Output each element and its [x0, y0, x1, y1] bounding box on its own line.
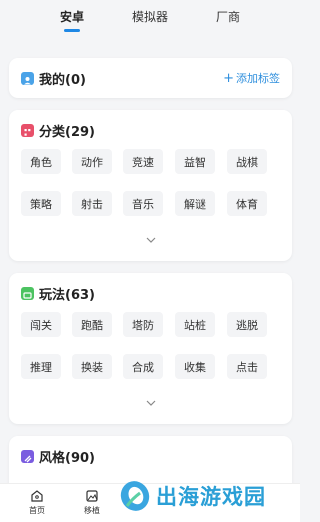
- category-card: 分类(29) 角色 动作 竞速 益智 战棋 策略 射击 音乐 解谜 体育: [9, 110, 292, 261]
- tag-chip[interactable]: 音乐: [123, 191, 163, 216]
- tag-chip[interactable]: 推理: [21, 354, 61, 379]
- add-tag-label: 添加标签: [236, 72, 280, 85]
- tag-chip[interactable]: 站桩: [175, 312, 215, 337]
- tag-chip[interactable]: 跑酷: [72, 312, 112, 337]
- my-tags-card: 我的(0) + 添加标签: [9, 58, 292, 98]
- tag-chip[interactable]: 竞速: [123, 149, 163, 174]
- watermark-logo-icon: [120, 481, 150, 511]
- top-tab-bar: 安卓 模拟器 厂商: [0, 0, 300, 44]
- home-icon: [31, 490, 43, 502]
- gameplay-square-icon: [21, 286, 34, 300]
- add-tag-button[interactable]: + 添加标签: [223, 58, 280, 98]
- tag-chip[interactable]: 益智: [175, 149, 215, 174]
- tag-chip[interactable]: 换装: [72, 354, 112, 379]
- category-title: 分类(29): [39, 124, 95, 140]
- tag-chip[interactable]: 体育: [227, 191, 267, 216]
- my-tags-title: 我的(0): [39, 72, 86, 88]
- user-square-icon: [21, 71, 34, 85]
- tag-chip[interactable]: 逃脱: [227, 312, 267, 337]
- tag-chip[interactable]: 点击: [227, 354, 267, 379]
- tag-chip[interactable]: 战棋: [227, 149, 267, 174]
- category-square-icon: [21, 123, 34, 137]
- nav-item-port[interactable]: 移植: [77, 489, 107, 516]
- gameplay-header: 玩法(63): [21, 273, 95, 313]
- tag-chip[interactable]: 角色: [21, 149, 61, 174]
- nav-label-port: 移植: [84, 506, 100, 515]
- tag-chip[interactable]: 合成: [123, 354, 163, 379]
- tag-chip[interactable]: 塔防: [123, 312, 163, 337]
- plus-icon: +: [223, 70, 234, 86]
- tab-vendor[interactable]: 厂商: [198, 8, 258, 25]
- style-header: 风格(90): [21, 436, 95, 476]
- my-tags-header: 我的(0): [21, 58, 86, 98]
- tag-chip[interactable]: 策略: [21, 191, 61, 216]
- watermark: 出海游戏园: [118, 476, 266, 516]
- nav-label-home: 首页: [29, 506, 45, 515]
- style-title: 风格(90): [39, 450, 95, 466]
- chevron-down-icon[interactable]: [146, 235, 156, 245]
- gameplay-card: 玩法(63) 闯关 跑酷 塔防 站桩 逃脱 推理 换装 合成 收集 点击: [9, 273, 292, 424]
- tag-chip[interactable]: 闯关: [21, 312, 61, 337]
- nav-item-home[interactable]: 首页: [22, 489, 52, 516]
- tag-chip[interactable]: 动作: [72, 149, 112, 174]
- image-icon: [86, 490, 98, 502]
- active-tab-indicator: [64, 29, 80, 32]
- tab-android[interactable]: 安卓: [42, 8, 102, 25]
- chevron-down-icon[interactable]: [146, 398, 156, 408]
- style-square-icon: [21, 449, 34, 463]
- tag-chip[interactable]: 解谜: [175, 191, 215, 216]
- tab-emulator[interactable]: 模拟器: [120, 8, 180, 25]
- gameplay-title: 玩法(63): [39, 287, 95, 303]
- watermark-text: 出海游戏园: [156, 485, 266, 509]
- tag-chip[interactable]: 收集: [175, 354, 215, 379]
- category-header: 分类(29): [21, 110, 95, 150]
- tag-chip[interactable]: 射击: [72, 191, 112, 216]
